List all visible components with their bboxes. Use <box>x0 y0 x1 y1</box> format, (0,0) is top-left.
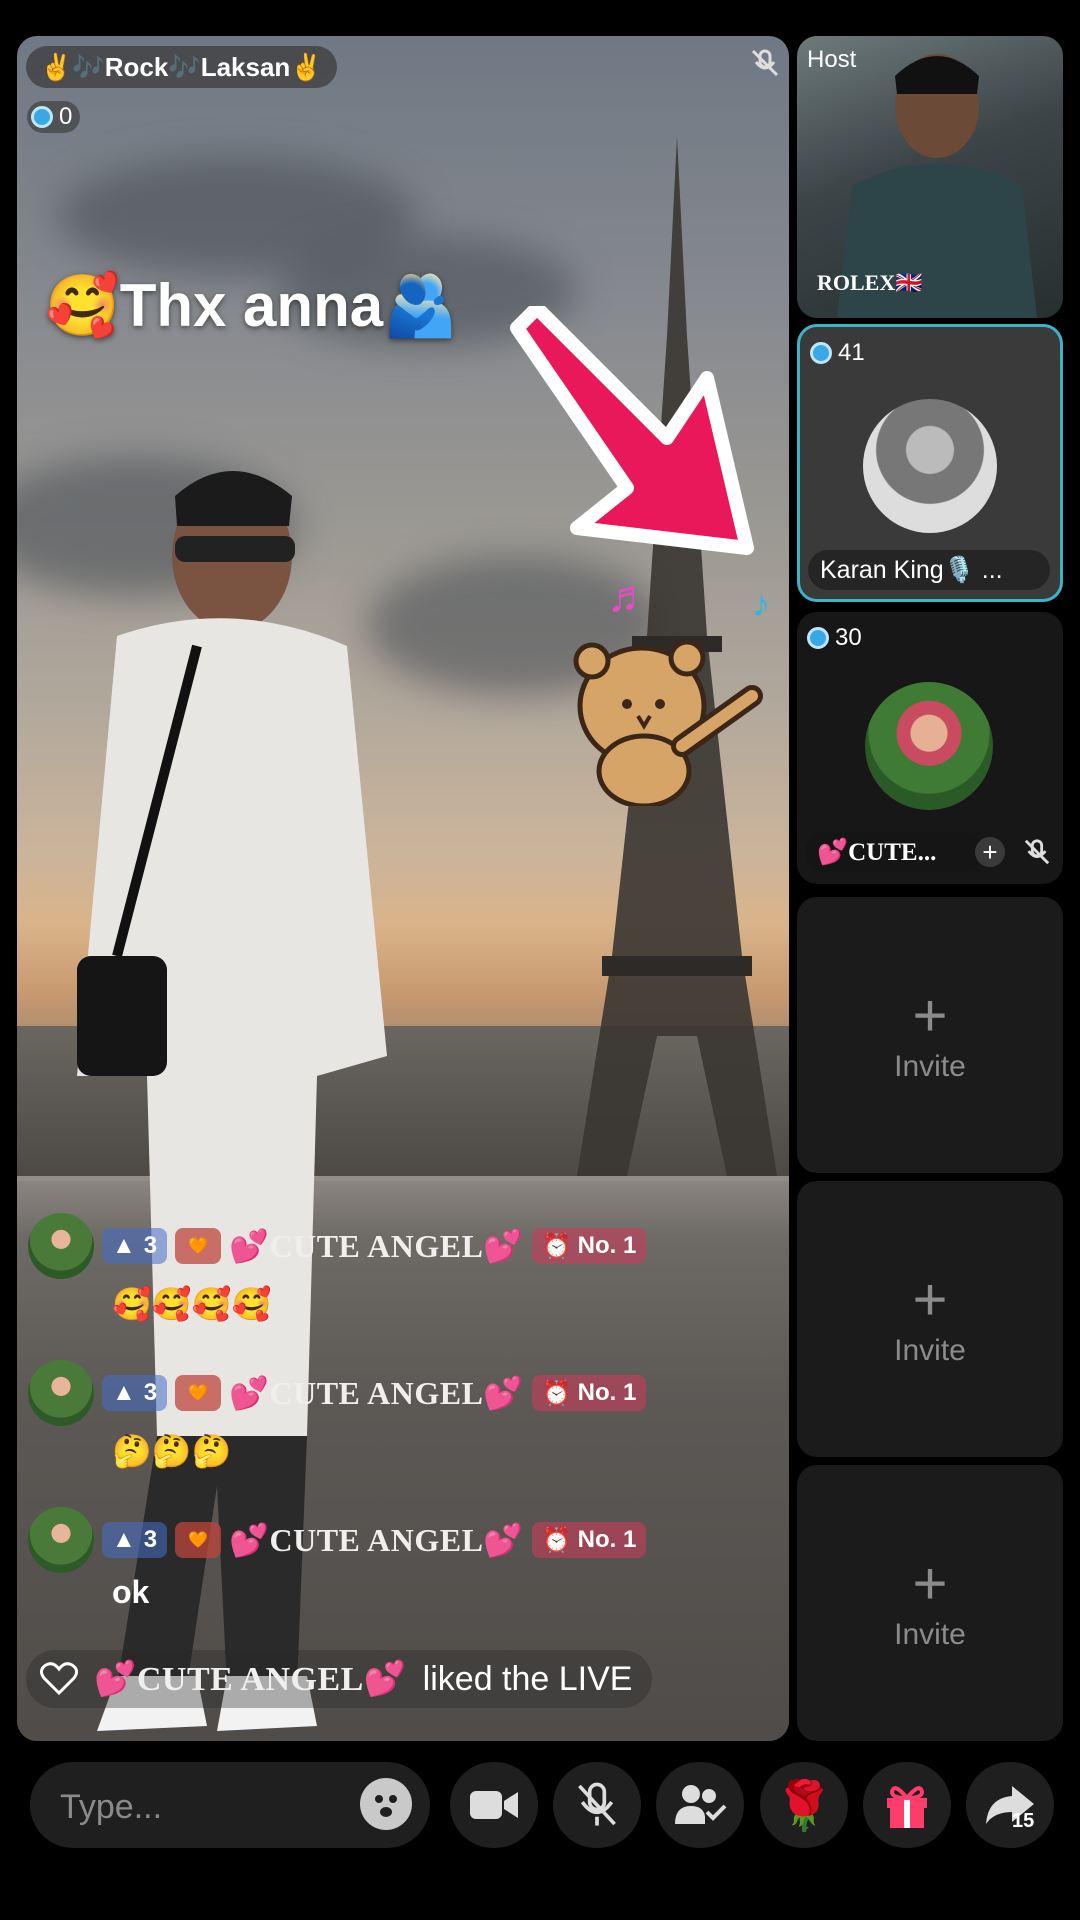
guest-diamond-count: 41 <box>838 339 865 366</box>
rank-badge: ⏰ No. 1 <box>531 1228 647 1264</box>
rank-badge: ⏰ No. 1 <box>531 1375 647 1411</box>
chat-message[interactable]: ▲ 3 🧡 💕CUTE ANGEL💕 ⏰ No. 1 <box>28 1507 647 1573</box>
guest-seat-1[interactable]: 41 Karan King🎙️ ... <box>797 324 1063 602</box>
avatar[interactable] <box>28 1213 94 1279</box>
level-arrow-icon: ▲ <box>112 1526 136 1553</box>
level-value: 3 <box>143 1232 158 1259</box>
level-arrow-icon: ▲ <box>112 1232 136 1259</box>
heart-badge-icon: 🧡 <box>175 1522 222 1558</box>
follow-plus-icon[interactable]: + <box>975 837 1005 867</box>
stream-title[interactable]: ✌️🎶Rock🎶Laksan✌️ <box>26 46 337 88</box>
invite-seat-1[interactable]: + Invite <box>797 897 1063 1173</box>
like-username[interactable]: 💕CUTE ANGEL💕 <box>94 1659 407 1699</box>
plus-icon: + <box>912 1266 948 1333</box>
rank-label: No. 1 <box>577 1526 637 1553</box>
guest-diamonds: 41 <box>810 339 865 367</box>
level-arrow-icon: ▲ <box>112 1379 136 1406</box>
svg-text:♩: ♩ <box>572 586 596 624</box>
guest-diamond-count: 30 <box>835 624 862 651</box>
chat-username[interactable]: 💕CUTE ANGEL💕 <box>229 1521 524 1559</box>
level-value: 3 <box>143 1526 158 1553</box>
guest-name: Karan King🎙️ ... <box>820 555 1003 584</box>
bear-sticker: ♩ ♬ ♪ <box>572 576 770 806</box>
chat-text: 🥰🥰🥰🥰 <box>112 1286 272 1322</box>
share-count: 15 <box>1012 1810 1035 1832</box>
heart-icon <box>40 1662 78 1696</box>
invite-seat-3[interactable]: + Invite <box>797 1465 1063 1741</box>
avatar[interactable] <box>863 399 997 533</box>
clock-icon: ⏰ <box>541 1232 572 1260</box>
diamond-icon <box>31 106 53 128</box>
host-label: Host <box>807 46 857 73</box>
guest-diamonds: 30 <box>807 624 862 652</box>
diamond-icon <box>807 627 829 649</box>
invite-label: Invite <box>894 1050 966 1083</box>
chat-message[interactable]: ▲ 3 🧡 💕CUTE ANGEL💕 ⏰ No. 1 <box>28 1213 647 1279</box>
avatar[interactable] <box>865 682 993 810</box>
emoji-icon[interactable] <box>360 1778 412 1830</box>
avatar[interactable] <box>28 1507 94 1573</box>
overlay-message: 🥰Thx anna🫂 <box>45 272 458 339</box>
avatar[interactable] <box>28 1360 94 1426</box>
diamond-icon <box>810 342 832 364</box>
mic-toggle-button[interactable] <box>553 1762 641 1848</box>
heart-badge-icon: 🧡 <box>175 1228 222 1264</box>
mic-off-icon <box>578 1782 616 1826</box>
clock-icon: ⏰ <box>541 1526 572 1554</box>
rank-label: No. 1 <box>577 1379 637 1406</box>
invite-label: Invite <box>894 1618 966 1651</box>
like-text: liked the LIVE <box>422 1659 633 1698</box>
like-notification: 💕CUTE ANGEL💕 liked the LIVE <box>26 1650 653 1708</box>
guest-name-pill[interactable]: 💕CUTE... <box>805 832 984 872</box>
svg-text:♪: ♪ <box>752 583 770 624</box>
video-icon <box>470 1791 518 1819</box>
rank-badge: ⏰ No. 1 <box>531 1522 647 1558</box>
chat-text: ok <box>112 1574 150 1610</box>
mic-mute-icon[interactable] <box>750 48 780 78</box>
chat-username[interactable]: 💕CUTE ANGEL💕 <box>229 1374 524 1412</box>
host-seat[interactable]: Host ROLEX🇬🇧 <box>797 36 1063 318</box>
rose-icon: 🌹 <box>774 1779 834 1833</box>
plus-icon: + <box>912 1550 948 1617</box>
guest-seat-2[interactable]: 30 💕CUTE... + <box>797 612 1063 884</box>
comment-placeholder: Type... <box>60 1788 163 1826</box>
guests-button[interactable] <box>656 1762 744 1848</box>
video-button[interactable] <box>450 1762 538 1848</box>
heart-badge-icon: 🧡 <box>175 1375 222 1411</box>
chat-text: 🤔🤔🤔 <box>112 1433 232 1469</box>
mic-mute-icon <box>1024 839 1050 865</box>
chat-username[interactable]: 💕CUTE ANGEL💕 <box>229 1227 524 1265</box>
clock-icon: ⏰ <box>541 1379 572 1407</box>
level-badge: ▲ 3 <box>102 1522 168 1558</box>
guests-icon <box>675 1785 727 1824</box>
rose-gift-button[interactable]: 🌹 <box>760 1762 848 1848</box>
share-button[interactable]: 15 <box>966 1762 1054 1848</box>
invite-label: Invite <box>894 1334 966 1367</box>
viewer-count: 0 <box>59 103 73 130</box>
invite-seat-2[interactable]: + Invite <box>797 1181 1063 1457</box>
plus-icon: + <box>912 982 948 1049</box>
guest-name-pill[interactable]: Karan King🎙️ ... <box>808 550 1050 590</box>
chat-message[interactable]: ▲ 3 🧡 💕CUTE ANGEL💕 ⏰ No. 1 <box>28 1360 647 1426</box>
comment-input[interactable]: Type... <box>30 1762 430 1848</box>
host-name[interactable]: ROLEX🇬🇧 <box>817 270 923 296</box>
guest-name: 💕CUTE... <box>817 838 937 866</box>
level-value: 3 <box>143 1379 158 1406</box>
viewer-count-badge[interactable]: 0 <box>27 101 81 133</box>
level-badge: ▲ 3 <box>102 1228 168 1264</box>
svg-text:♬: ♬ <box>607 576 651 621</box>
gift-icon <box>887 1786 927 1828</box>
rank-label: No. 1 <box>577 1232 637 1259</box>
level-badge: ▲ 3 <box>102 1375 168 1411</box>
gift-button[interactable] <box>863 1762 951 1848</box>
arrow-sticker <box>510 306 754 555</box>
